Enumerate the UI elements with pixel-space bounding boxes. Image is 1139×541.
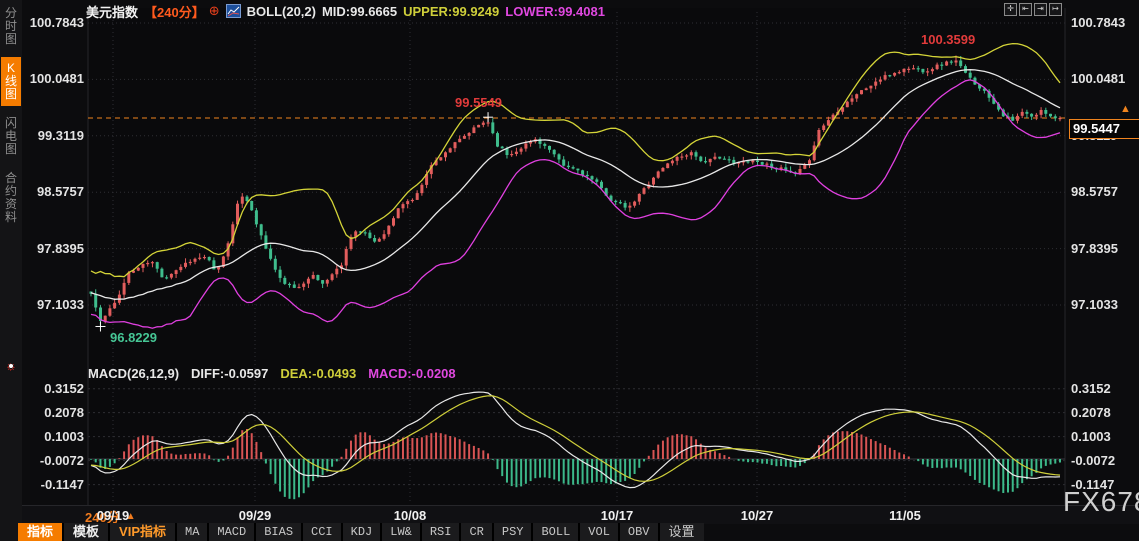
- peak-price-annotation: 99.5549: [455, 95, 502, 110]
- chart-header: 美元指数 【240分】 ⊕ BOLL(20,2) MID:99.6665 UPP…: [86, 3, 605, 20]
- low-price-annotation: 96.8229: [110, 330, 157, 345]
- price-axis-label-left-1: 100.0481: [29, 71, 84, 87]
- high-price-annotation: 100.3599: [921, 32, 976, 47]
- boll-mid-value: MID:99.6665: [321, 3, 398, 19]
- watermark: FX678: [1063, 486, 1139, 517]
- sidebar-item-3[interactable]: 合约资料: [1, 167, 21, 229]
- symbol-name: 美元指数: [86, 4, 139, 20]
- price-marker-arrow: ▲: [1120, 103, 1131, 115]
- window-control-icon-2[interactable]: ⇥: [1034, 3, 1047, 16]
- date-label-10/27: 10/27: [740, 508, 774, 523]
- macd-axis-label-left-1: 0.2078: [44, 404, 84, 420]
- price-axis-label-right-1: 100.0481: [1071, 71, 1126, 87]
- price-axis-label-left-5: 97.1033: [37, 297, 84, 312]
- price-axis-label-right-3: 98.5757: [1071, 184, 1118, 200]
- toolbar-item-KDJ[interactable]: KDJ: [342, 523, 381, 541]
- toolbar-item-CR[interactable]: CR: [461, 523, 492, 541]
- price-axis-label-right-5: 97.1033: [1071, 297, 1118, 312]
- price-axis-label-left-0: 100.7843: [29, 15, 84, 30]
- macd-axis-label-left-3: -0.0072: [39, 452, 84, 468]
- macd-macd-value: MACD:-0.0208: [368, 366, 456, 381]
- macd-title: MACD(26,12,9): [88, 366, 180, 381]
- mini-chart-icon: [225, 4, 241, 18]
- macd-axis-label-left-4: -0.1147: [40, 476, 84, 492]
- toolbar-item-LW&[interactable]: LW&: [382, 523, 420, 541]
- boll-upper-value: UPPER:99.9249: [403, 3, 500, 19]
- toolbar-item-MACD[interactable]: MACD: [209, 523, 255, 541]
- toolbar-item-OBV[interactable]: OBV: [619, 523, 658, 541]
- boll-lower-value: LOWER:99.4081: [505, 3, 605, 19]
- sidebar-item-0[interactable]: 分时图: [1, 2, 21, 51]
- toolbar-item-CCI[interactable]: CCI: [303, 523, 341, 541]
- price-axis-label-left-2: 99.3119: [37, 127, 84, 143]
- toolbar-item-设置[interactable]: 设置: [659, 523, 704, 541]
- window-control-icon-1[interactable]: ⇤: [1019, 3, 1032, 16]
- date-label-10/08: 10/08: [393, 508, 427, 523]
- macd-diff-value: DIFF:-0.0597: [191, 366, 269, 381]
- indicator-toolbar: 指标 模板 VIP指标 MA MACD BIAS CCI KDJ LW& RSI CR PSY BOLL…: [18, 523, 704, 541]
- macd-axis-label-right-3: -0.0072: [1071, 452, 1116, 468]
- left-sidebar: 分时图 K线图闪电图合约资料: [0, 0, 22, 541]
- macd-axis-label-right-1: 0.2078: [1071, 404, 1111, 420]
- period-label: 【240分】: [144, 4, 205, 20]
- chart-canvas[interactable]: [0, 0, 1139, 541]
- indicator-name: BOLL(20,2): [246, 3, 316, 19]
- date-label-09/29: 09/29: [238, 508, 272, 523]
- price-axis-label-right-0: 100.7843: [1071, 15, 1126, 30]
- date-label-10/17: 10/17: [600, 508, 634, 523]
- macd-header: MACD(26,12,9) DIFF:-0.0597 DEA:-0.0493 M…: [88, 366, 456, 381]
- window-control-icon-0[interactable]: ✛: [1004, 3, 1017, 16]
- toolbar-item-PSY[interactable]: PSY: [493, 523, 532, 541]
- toolbar-item-VOL[interactable]: VOL: [580, 523, 618, 541]
- sidebar-item-1[interactable]: K线图: [1, 57, 21, 106]
- date-axis-band: [0, 505, 1139, 524]
- macd-axis-label-right-0: 0.3152: [1071, 380, 1111, 396]
- macd-axis-label-right-2: 0.1003: [1071, 428, 1111, 444]
- window-control-icon-3[interactable]: ↦: [1049, 3, 1062, 16]
- alert-icon[interactable]: ☼: [3, 358, 19, 374]
- toolbar-item-MA[interactable]: MA: [177, 523, 208, 541]
- sidebar-item-2[interactable]: 闪电图: [1, 112, 21, 161]
- date-label-11/05: 11/05: [889, 508, 921, 523]
- toolbar-item-RSI[interactable]: RSI: [421, 523, 460, 541]
- add-to-watchlist-icon[interactable]: ⊕: [209, 3, 220, 19]
- macd-dea-value: DEA:-0.0493: [280, 366, 357, 381]
- toolbar-item-BOLL[interactable]: BOLL: [533, 523, 579, 541]
- price-axis-label-right-4: 97.8395: [1071, 240, 1118, 256]
- window-control-buttons: ✛ ⇤ ⇥ ↦: [1004, 3, 1062, 16]
- toolbar-item-BIAS[interactable]: BIAS: [256, 523, 302, 541]
- toolbar-item-模板[interactable]: 模板: [64, 523, 109, 541]
- price-axis-label-left-3: 98.5757: [37, 184, 84, 200]
- macd-axis-label-left-2: 0.1003: [44, 428, 84, 444]
- current-price-box: 99.5447: [1069, 119, 1139, 139]
- toolbar-item-VIP指标[interactable]: VIP指标: [110, 523, 175, 541]
- price-axis-label-left-4: 97.8395: [37, 240, 84, 256]
- date-label-09/19: 09/19: [96, 508, 130, 523]
- macd-axis-label-left-0: 0.3152: [44, 380, 84, 396]
- toolbar-item-指标[interactable]: 指标: [18, 523, 63, 541]
